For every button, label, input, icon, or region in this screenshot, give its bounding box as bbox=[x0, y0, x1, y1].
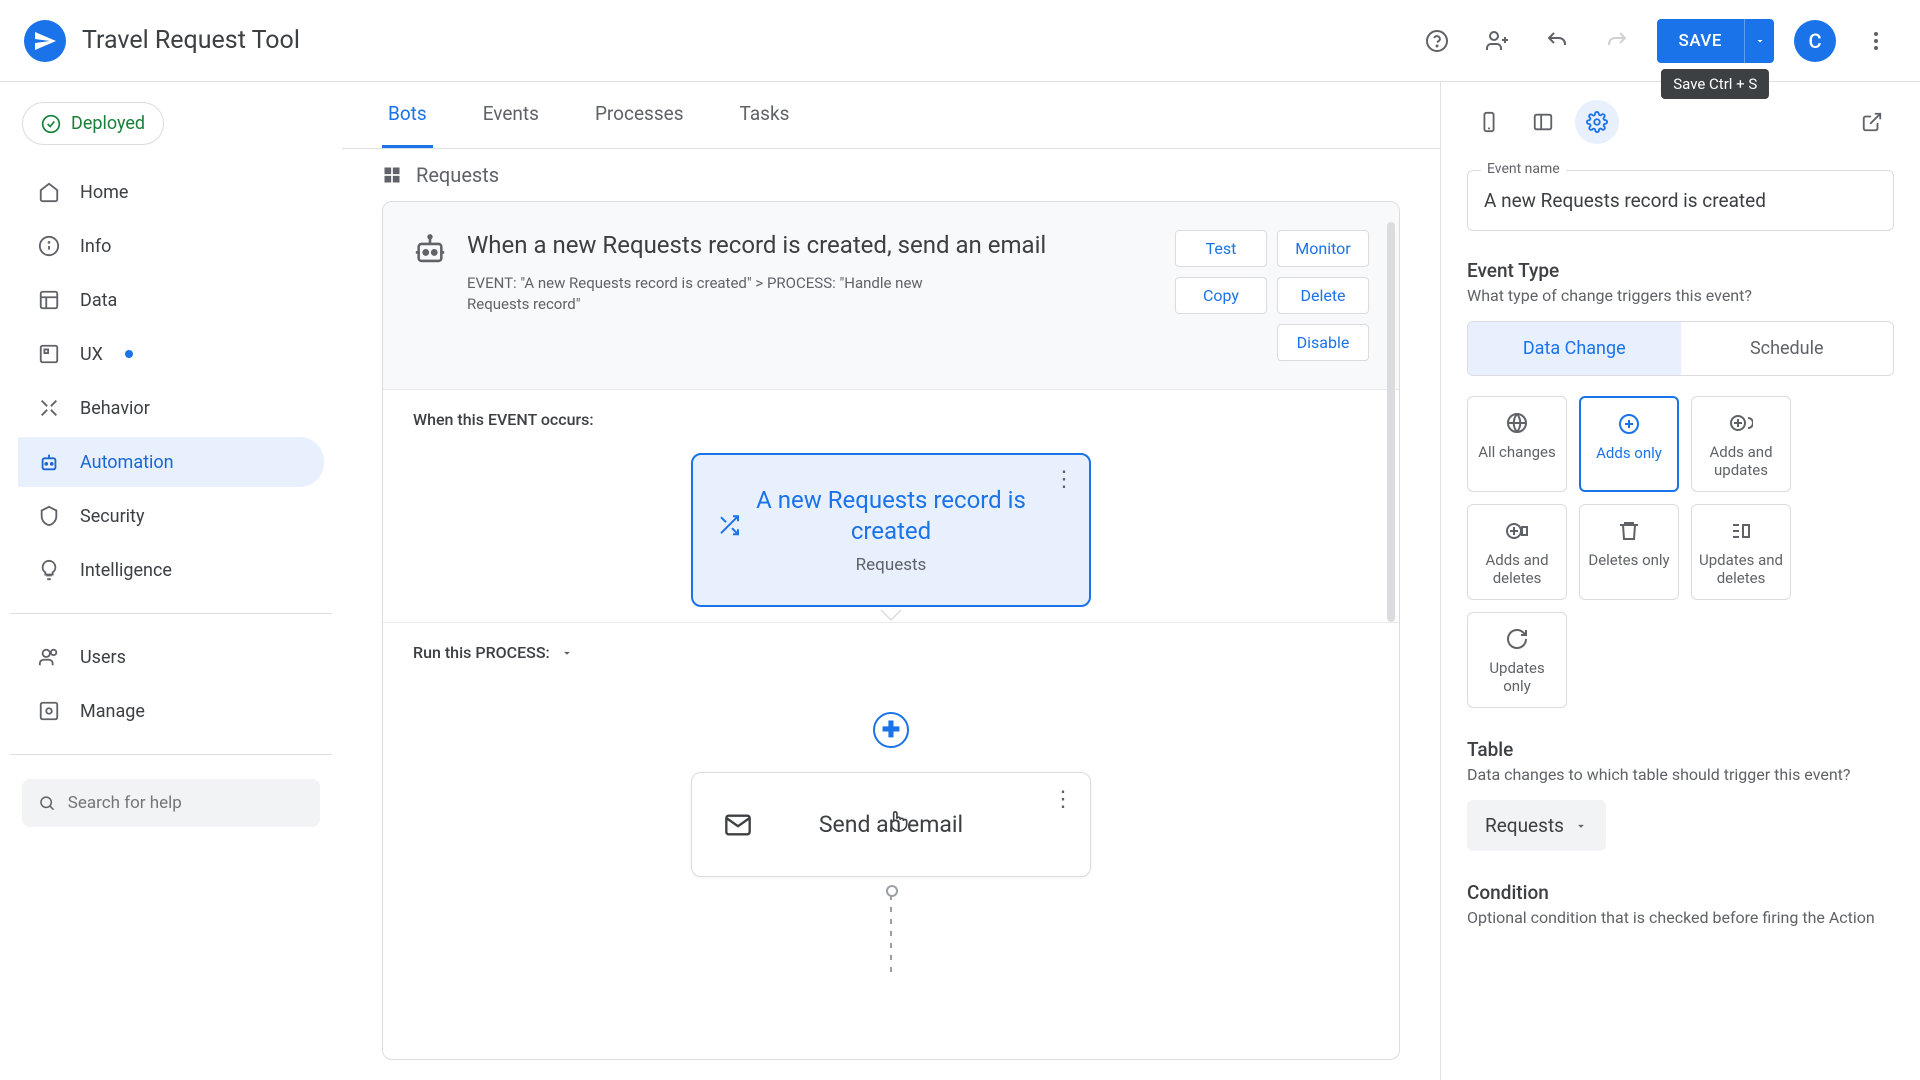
sidebar: Deployed Home Info Data UX Behavior Auto… bbox=[0, 82, 342, 1080]
sidebar-item-home[interactable]: Home bbox=[18, 167, 324, 217]
scrollbar[interactable] bbox=[1387, 222, 1395, 622]
help-icon[interactable] bbox=[1417, 21, 1457, 61]
event-card-sub: Requests bbox=[717, 555, 1065, 575]
trigger-adds-deletes[interactable]: Adds and deletes bbox=[1467, 504, 1567, 600]
event-type-toggle: Data Change Schedule bbox=[1467, 321, 1894, 376]
sidebar-item-automation[interactable]: Automation bbox=[18, 437, 324, 487]
monitor-button[interactable]: Monitor bbox=[1277, 230, 1369, 267]
trigger-updates-only[interactable]: Updates only bbox=[1467, 612, 1567, 708]
copy-button[interactable]: Copy bbox=[1175, 277, 1267, 314]
table-desc: Data changes to which table should trigg… bbox=[1467, 765, 1894, 784]
test-button[interactable]: Test bbox=[1175, 230, 1267, 267]
sidebar-item-info[interactable]: Info bbox=[18, 221, 324, 271]
search-help-input[interactable] bbox=[68, 793, 304, 813]
process-section-label[interactable]: Run this PROCESS: bbox=[383, 623, 1399, 672]
top-actions: SAVE Save Ctrl + S C bbox=[1417, 19, 1896, 63]
shuffle-icon bbox=[717, 513, 741, 537]
trigger-deletes-only[interactable]: Deletes only bbox=[1579, 504, 1679, 600]
undo-icon[interactable] bbox=[1537, 21, 1577, 61]
app-logo bbox=[24, 20, 66, 62]
sidebar-item-security[interactable]: Security bbox=[18, 491, 324, 541]
center-panel: Bots Events Processes Tasks Requests Whe… bbox=[342, 82, 1440, 1080]
bot-card: When a new Requests record is created, s… bbox=[382, 201, 1400, 1060]
deployed-label: Deployed bbox=[71, 113, 145, 134]
mobile-preview-icon[interactable] bbox=[1467, 100, 1511, 144]
trigger-all-changes[interactable]: All changes bbox=[1467, 396, 1567, 492]
bot-subtitle: EVENT: "A new Requests record is created… bbox=[467, 273, 947, 315]
event-type-title: Event Type bbox=[1467, 259, 1894, 282]
sidebar-divider-2 bbox=[10, 754, 332, 755]
more-icon[interactable] bbox=[1856, 21, 1896, 61]
right-panel: Event name Event Type What type of chang… bbox=[1440, 82, 1920, 1080]
sidebar-item-intelligence[interactable]: Intelligence bbox=[18, 545, 324, 595]
sidebar-item-data[interactable]: Data bbox=[18, 275, 324, 325]
app-title: Travel Request Tool bbox=[82, 26, 1401, 55]
redo-icon bbox=[1597, 21, 1637, 61]
bot-header: When a new Requests record is created, s… bbox=[383, 202, 1399, 390]
sidebar-divider bbox=[10, 613, 332, 614]
condition-desc: Optional condition that is checked befor… bbox=[1467, 908, 1894, 927]
sidebar-item-behavior[interactable]: Behavior bbox=[18, 383, 324, 433]
add-step-button[interactable]: ✚ bbox=[873, 712, 909, 748]
bot-title: When a new Requests record is created, s… bbox=[467, 230, 1059, 261]
step-title: Send an email bbox=[716, 811, 1066, 838]
sidebar-item-users[interactable]: Users bbox=[18, 632, 324, 682]
step-kebab-icon[interactable]: ⋮ bbox=[1052, 787, 1074, 812]
avatar[interactable]: C bbox=[1794, 20, 1836, 62]
open-external-icon[interactable] bbox=[1850, 100, 1894, 144]
grid-icon bbox=[382, 165, 402, 185]
trigger-grid: All changes Adds only Adds and updates A… bbox=[1467, 396, 1894, 708]
ux-dot-icon bbox=[125, 350, 133, 358]
tab-bots[interactable]: Bots bbox=[382, 82, 433, 148]
save-button-group: SAVE Save Ctrl + S bbox=[1657, 19, 1774, 63]
seg-data-change[interactable]: Data Change bbox=[1468, 322, 1681, 375]
disable-button[interactable]: Disable bbox=[1277, 324, 1369, 361]
event-kebab-icon[interactable]: ⋮ bbox=[1053, 467, 1075, 492]
chevron-down-icon bbox=[1574, 819, 1588, 833]
event-name-input[interactable] bbox=[1467, 170, 1894, 231]
table-select[interactable]: Requests bbox=[1467, 800, 1606, 851]
sidebar-item-ux[interactable]: UX bbox=[18, 329, 324, 379]
right-toolbar bbox=[1467, 100, 1894, 144]
search-help[interactable] bbox=[22, 779, 320, 827]
tablet-preview-icon[interactable] bbox=[1521, 100, 1565, 144]
deployed-chip[interactable]: Deployed bbox=[22, 102, 164, 145]
dotted-connector bbox=[890, 895, 892, 975]
save-button[interactable]: SAVE bbox=[1657, 19, 1744, 63]
event-type-desc: What type of change triggers this event? bbox=[1467, 286, 1894, 305]
trigger-updates-deletes[interactable]: Updates and deletes bbox=[1691, 504, 1791, 600]
chevron-down-icon bbox=[560, 646, 574, 660]
table-title: Table bbox=[1467, 738, 1894, 761]
settings-icon[interactable] bbox=[1575, 100, 1619, 144]
tab-tasks[interactable]: Tasks bbox=[734, 82, 796, 148]
seg-schedule[interactable]: Schedule bbox=[1681, 322, 1894, 375]
event-card-title: A new Requests record is created bbox=[717, 485, 1065, 547]
event-section-label: When this EVENT occurs: bbox=[383, 390, 1399, 439]
save-dropdown[interactable] bbox=[1744, 19, 1774, 63]
condition-title: Condition bbox=[1467, 881, 1894, 904]
sidebar-item-manage[interactable]: Manage bbox=[18, 686, 324, 736]
delete-button[interactable]: Delete bbox=[1277, 277, 1369, 314]
add-user-icon[interactable] bbox=[1477, 21, 1517, 61]
tabs: Bots Events Processes Tasks bbox=[342, 82, 1440, 149]
trigger-adds-updates[interactable]: Adds and updates bbox=[1691, 396, 1791, 492]
tab-processes[interactable]: Processes bbox=[589, 82, 690, 148]
topbar: Travel Request Tool SAVE Save Ctrl + S C bbox=[0, 0, 1920, 82]
trigger-adds-only[interactable]: Adds only bbox=[1579, 396, 1679, 492]
robot-icon bbox=[413, 234, 447, 268]
mail-icon bbox=[724, 811, 752, 839]
event-name-field: Event name bbox=[1467, 170, 1894, 231]
step-card[interactable]: ⋮ Send an email bbox=[691, 772, 1091, 877]
event-card[interactable]: ⋮ A new Requests record is created Reque… bbox=[691, 453, 1091, 607]
tab-events[interactable]: Events bbox=[477, 82, 545, 148]
event-name-label: Event name bbox=[1481, 161, 1566, 177]
bot-actions: Test Monitor Copy Delete Disable bbox=[1079, 230, 1369, 361]
breadcrumb[interactable]: Requests bbox=[342, 149, 1440, 201]
